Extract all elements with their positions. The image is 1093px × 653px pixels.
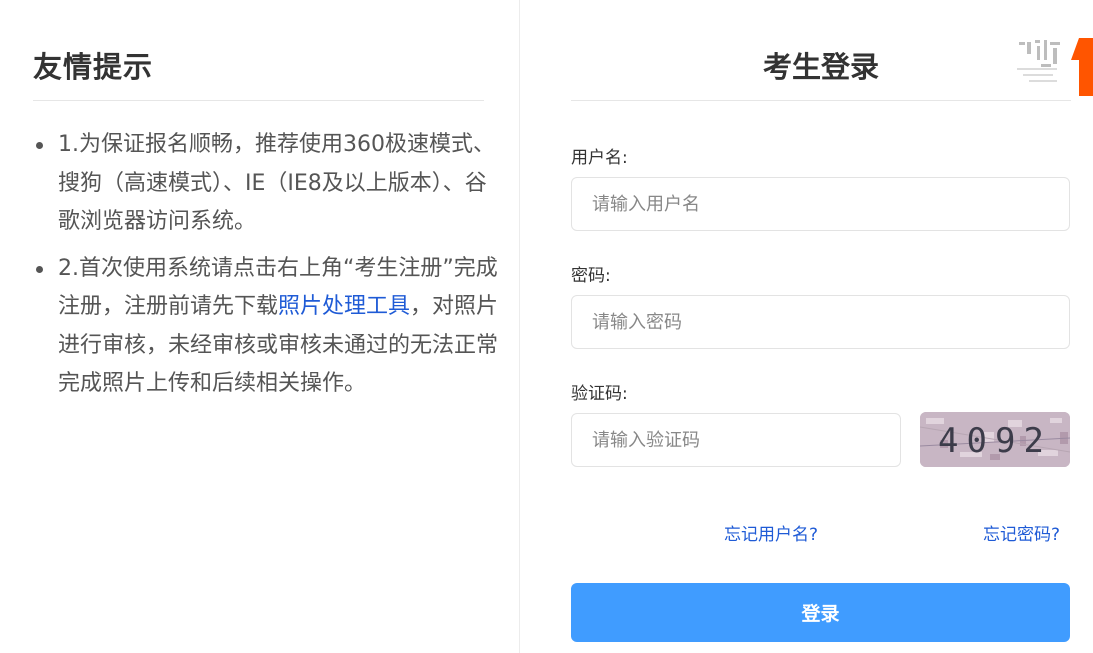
- forgot-username-link[interactable]: 忘记用户名?: [724, 520, 818, 545]
- login-panel: 考生登录 用户名: 密码:: [521, 0, 1093, 653]
- tip-item-2: 2.首次使用系统请点击右上角“考生注册”完成注册，注册前请先下载照片处理工具，对…: [36, 250, 503, 404]
- tips-divider: [33, 100, 484, 101]
- login-title: 考生登录: [762, 50, 879, 84]
- captcha-text: 4092: [938, 421, 1052, 461]
- password-label: 密码:: [571, 266, 611, 286]
- captcha-label: 验证码:: [571, 384, 628, 404]
- photo-tool-link[interactable]: 照片处理工具: [278, 294, 410, 319]
- forgot-password-link[interactable]: 忘记密码?: [983, 520, 1060, 545]
- password-input[interactable]: [571, 295, 1070, 349]
- tip-text-1: 1.为保证报名顺畅，推荐使用360极速模式、搜狗（高速模式）、IE（IE8及以上…: [58, 132, 495, 234]
- tips-title: 友情提示: [33, 50, 154, 84]
- username-label: 用户名:: [571, 148, 628, 168]
- captcha-noise-graphic: 4092: [920, 412, 1070, 467]
- tips-panel: 友情提示 1.为保证报名顺畅，推荐使用360极速模式、搜狗（高速模式）、IE（I…: [0, 0, 520, 653]
- login-button[interactable]: 登录: [571, 583, 1070, 642]
- username-input[interactable]: [571, 177, 1070, 231]
- captcha-image[interactable]: 4092: [920, 412, 1070, 467]
- captcha-input[interactable]: [571, 413, 901, 467]
- register-corner-icon[interactable]: [1017, 38, 1093, 96]
- login-divider: [571, 100, 1071, 101]
- tips-list: 1.为保证报名顺畅，推荐使用360极速模式、搜狗（高速模式）、IE（IE8及以上…: [33, 126, 503, 412]
- tip-item-1: 1.为保证报名顺畅，推荐使用360极速模式、搜狗（高速模式）、IE（IE8及以上…: [36, 126, 503, 242]
- page: 友情提示 1.为保证报名顺畅，推荐使用360极速模式、搜狗（高速模式）、IE（I…: [0, 0, 1093, 653]
